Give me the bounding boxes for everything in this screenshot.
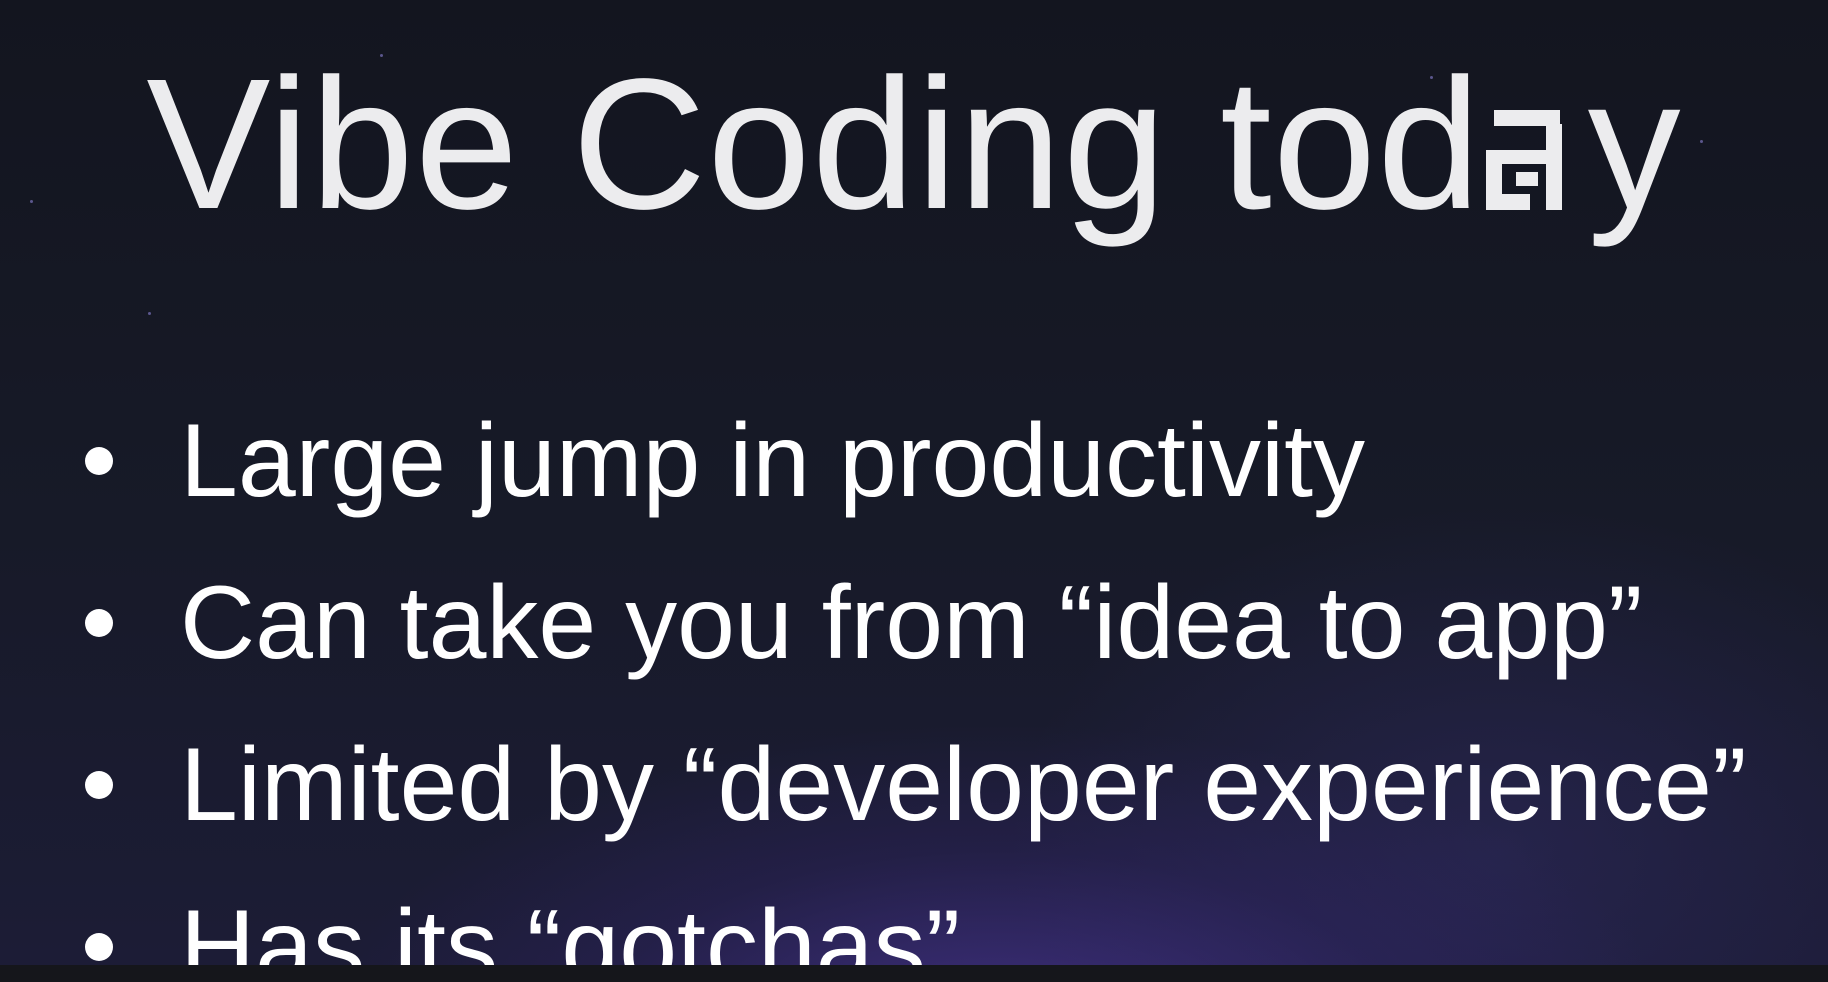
title-suffix: y xyxy=(1587,41,1682,248)
bullet-text: Can take you from “idea to app” xyxy=(180,565,1643,681)
bullet-dot xyxy=(85,933,113,961)
bullet-list: Large jump in productivity Can take you … xyxy=(0,380,1828,965)
bullet-dot xyxy=(85,447,113,475)
title-text: Vibe Coding tod xyxy=(146,41,1482,248)
star-decoration xyxy=(148,312,151,315)
video-bottom-bar xyxy=(0,965,1828,982)
bullet-text: Large jump in productivity xyxy=(180,403,1366,519)
glitch-letter-a xyxy=(1485,110,1586,210)
bullet-item: Large jump in productivity xyxy=(0,380,1828,542)
presentation-slide: Vibe Coding tod y Large jump in productiv… xyxy=(0,0,1828,965)
bullet-dot xyxy=(85,609,113,637)
bullet-text: Has its “gotchas” xyxy=(180,889,961,965)
bullet-text: Limited by “developer experience” xyxy=(180,727,1747,843)
bullet-item: Limited by “developer experience” xyxy=(0,704,1828,866)
bullet-dot xyxy=(85,771,113,799)
slide-title: Vibe Coding tod y xyxy=(0,52,1828,238)
bullet-item: Has its “gotchas” xyxy=(0,866,1828,965)
bullet-item: Can take you from “idea to app” xyxy=(0,542,1828,704)
